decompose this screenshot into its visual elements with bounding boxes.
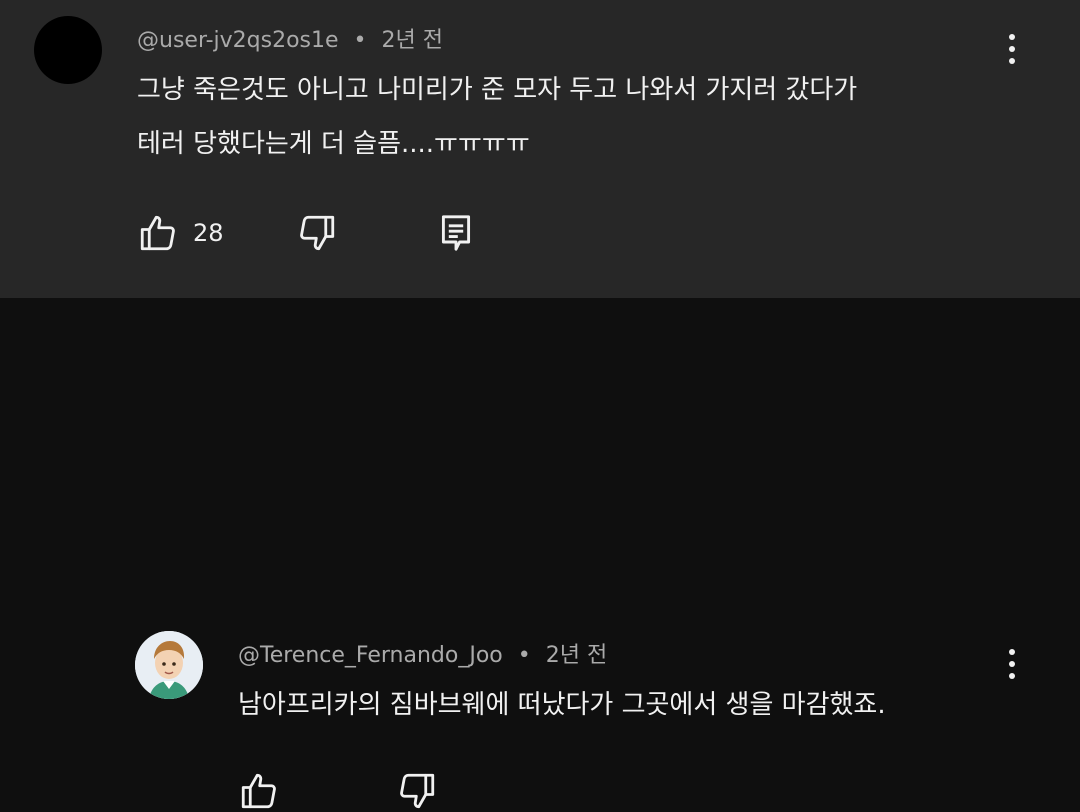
more-vert-icon[interactable]	[1006, 649, 1018, 679]
like-button[interactable]	[238, 770, 280, 812]
comment-actions	[238, 770, 438, 812]
like-count: 28	[193, 219, 224, 247]
dislike-button[interactable]	[296, 212, 338, 254]
comment-meta: @Terence_Fernando_Joo • 2년 전	[238, 637, 607, 669]
comment-actions: 28	[137, 212, 474, 254]
more-vert-icon[interactable]	[1006, 34, 1018, 64]
meta-separator: •	[517, 643, 531, 668]
thumb-down-icon	[396, 770, 438, 812]
like-button[interactable]: 28	[137, 212, 224, 254]
reply-button[interactable]	[438, 213, 474, 253]
comment-time: 2년 전	[545, 643, 608, 668]
reply-icon	[438, 213, 474, 253]
comment-text: 남아프리카의 짐바브웨에 떠났다가 그곳에서 생을 마감했죠.	[238, 678, 886, 732]
comment-text: 그냥 죽은것도 아니고 나미리가 준 모자 두고 나와서 가지러 갔다가 테러 …	[137, 63, 857, 171]
meta-separator: •	[353, 28, 367, 53]
dislike-button[interactable]	[396, 770, 438, 812]
author-handle[interactable]: @Terence_Fernando_Joo	[238, 643, 503, 668]
comment-item: @user-jv2qs2os1e • 2년 전 그냥 죽은것도 아니고 나미리가…	[0, 0, 1080, 298]
thumb-down-icon	[296, 212, 338, 254]
thumb-up-icon	[238, 770, 280, 812]
comment-text-line: 그냥 죽은것도 아니고 나미리가 준 모자 두고 나와서 가지러 갔다가	[137, 75, 858, 105]
avatar[interactable]	[135, 631, 203, 699]
author-handle[interactable]: @user-jv2qs2os1e	[137, 28, 339, 53]
comment-text-line: 테러 당했다는게 더 슬픔....ㅠㅠㅠㅠ	[137, 129, 530, 159]
avatar[interactable]	[34, 16, 102, 84]
comment-text-line: 남아프리카의 짐바브웨에 떠났다가 그곳에서 생을 마감했죠.	[238, 690, 886, 720]
comment-meta: @user-jv2qs2os1e • 2년 전	[137, 22, 443, 54]
comment-time: 2년 전	[381, 28, 443, 53]
thumb-up-icon	[137, 212, 179, 254]
comment-item: @Terence_Fernando_Joo • 2년 전 남아프리카의 짐바브웨…	[0, 298, 1080, 809]
